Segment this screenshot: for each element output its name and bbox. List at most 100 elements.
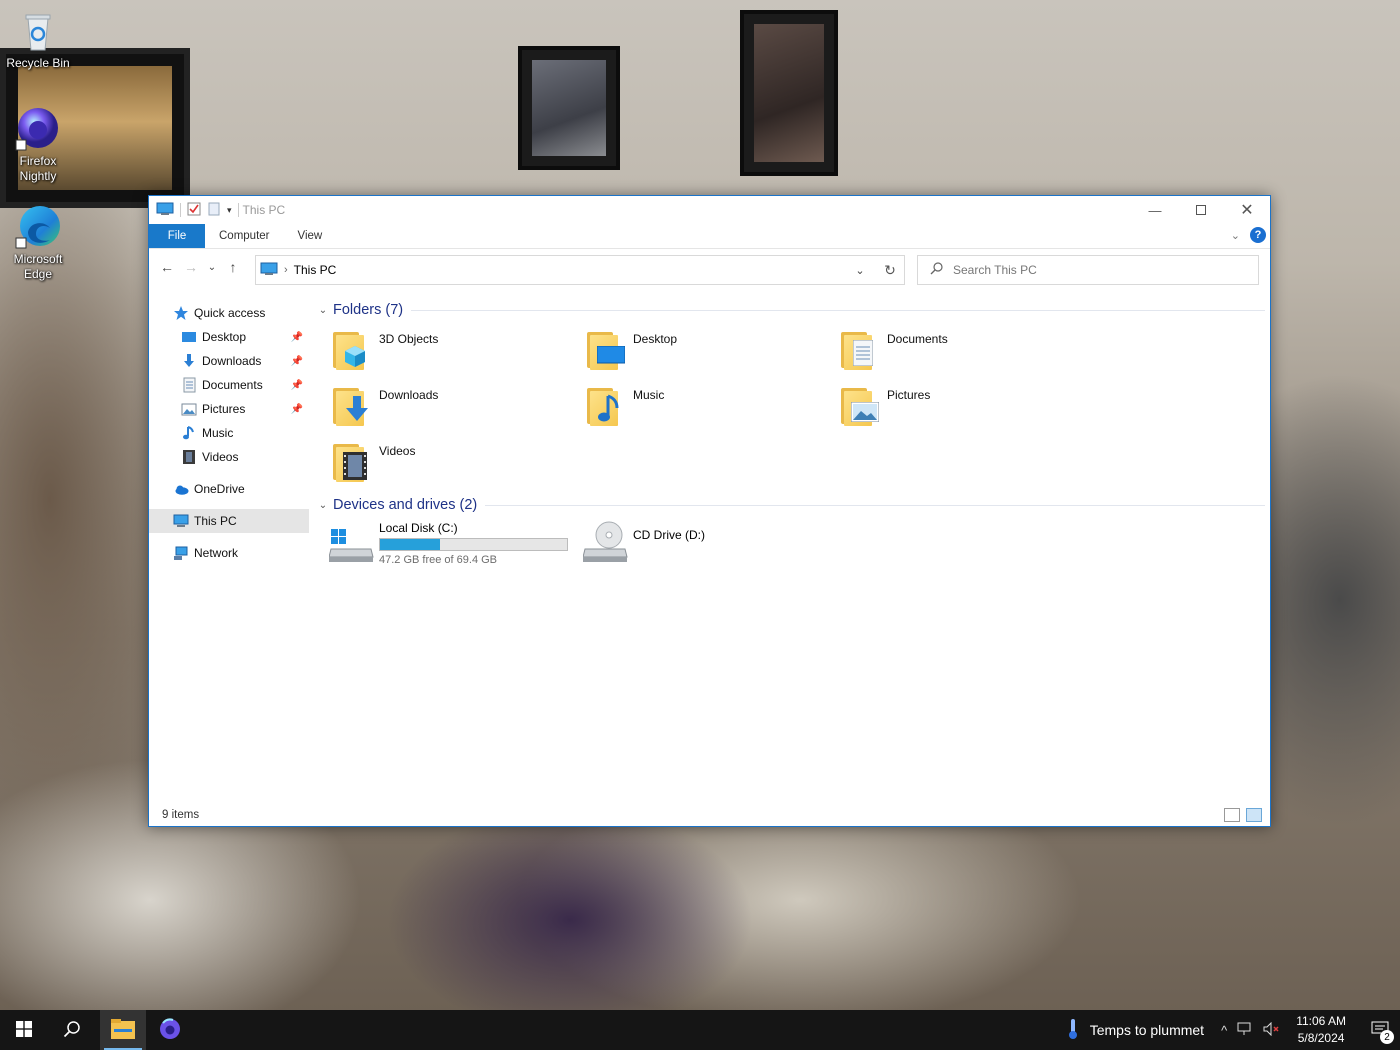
weather-widget[interactable]: Temps to plummet [1066,1018,1204,1043]
clock[interactable]: 11:06 AM 5/8/2024 [1296,1013,1346,1047]
recycle-bin-icon [14,6,62,54]
nav-music[interactable]: Music [149,421,309,445]
quick-access-toolbar: ▾ [149,202,239,219]
music-note-icon [181,425,197,441]
action-center-button[interactable]: 2 [1360,1010,1400,1050]
item-count: 9 items [162,809,200,821]
nav-label: Documents [202,378,263,392]
large-icons-view-icon[interactable] [1246,808,1262,822]
desktop-folder-icon [585,326,633,374]
search-box[interactable] [917,255,1259,285]
folder-documents[interactable]: Documents [839,326,1089,378]
search-icon [930,262,943,278]
nav-network[interactable]: Network [149,541,309,565]
folder-name: Pictures [887,388,931,402]
maximize-button[interactable] [1178,196,1224,224]
desktop-icon-label: Firefox Nightly [19,154,57,183]
nav-quick-access[interactable]: Quick access [149,301,309,325]
folder-downloads[interactable]: Downloads [331,382,581,434]
tab-file[interactable]: File [149,224,205,248]
nav-onedrive[interactable]: OneDrive [149,477,309,501]
folder-name: Desktop [633,332,678,346]
group-title: Devices and drives (2) [333,497,478,513]
desktop-folder-icon [181,329,197,345]
drive-usage-bar [379,538,568,551]
search-icon [63,1020,81,1041]
recent-locations-dropdown[interactable]: ⌄ [203,262,221,273]
minimize-icon: — [1148,202,1162,218]
nav-videos[interactable]: Videos [149,445,309,469]
computer-icon [173,513,189,529]
up-button[interactable]: ↑ [221,259,245,275]
desktop-icon-recycle-bin[interactable]: Recycle Bin [2,6,74,71]
cloud-icon [173,481,189,497]
close-button[interactable]: ✕ [1224,196,1270,224]
film-icon [181,449,197,465]
nav-pictures[interactable]: Pictures 📌 [149,397,309,421]
nav-label: Videos [202,450,239,464]
show-hidden-icons-chevron-icon[interactable]: ^ [1221,1023,1227,1038]
desktop-icon-microsoft-edge[interactable]: Microsoft Edge [2,202,74,282]
drive-local-disk-c[interactable]: Local Disk (C:) 47.2 GB free of 69.4 GB [328,519,589,569]
customize-toolbar-dropdown-icon[interactable]: ▾ [227,205,232,216]
drives-group-header[interactable]: ⌄ Devices and drives (2) [315,497,1265,513]
breadcrumb-this-pc[interactable]: This PC [294,263,337,277]
navigation-pane[interactable]: Quick access Desktop 📌 Downloads 📌 Docum… [149,289,309,804]
folders-group-header[interactable]: ⌄ Folders (7) [315,302,1265,318]
collapse-chevron-icon[interactable]: ⌄ [315,305,331,316]
cd-drive-icon [582,521,629,566]
address-bar[interactable]: › This PC ⌄ [255,255,905,285]
taskbar-firefox-nightly[interactable] [146,1010,194,1050]
start-button[interactable] [0,1010,48,1050]
forward-button[interactable]: → [179,259,203,275]
weather-text: Temps to plummet [1089,1022,1205,1038]
expand-ribbon-icon[interactable]: ⌄ [1231,229,1240,242]
nav-documents[interactable]: Documents 📌 [149,373,309,397]
folder-name: Music [633,388,665,402]
thermometer-icon [1066,1018,1080,1043]
folder-pictures[interactable]: Pictures [839,382,1089,434]
folder-desktop[interactable]: Desktop [585,326,835,378]
picture-icon [181,401,197,417]
star-icon [173,305,189,321]
nav-label: Pictures [202,402,246,416]
search-input[interactable] [953,263,1233,277]
navigation-bar: ← → ⌄ ↑ › This PC ⌄ ↻ [149,249,1270,289]
network-icon[interactable] [1237,1022,1253,1039]
tab-view[interactable]: View [284,224,337,248]
refresh-button[interactable]: ↻ [876,255,905,285]
taskbar-file-explorer[interactable] [100,1010,146,1050]
clock-time: 11:06 AM [1296,1014,1346,1028]
volume-muted-icon[interactable] [1263,1021,1281,1039]
title-bar[interactable]: ▾ This PC — ✕ [149,196,1270,224]
edge-icon [14,202,62,250]
new-folder-icon[interactable] [207,202,221,219]
search-button[interactable] [48,1010,96,1050]
folder-3d-objects[interactable]: 3D Objects [331,326,581,378]
properties-icon[interactable] [187,202,201,219]
caption-buttons: — ✕ [1132,196,1270,224]
breadcrumb-chevron-icon[interactable]: › [284,264,288,276]
nav-desktop[interactable]: Desktop 📌 [149,325,309,349]
this-pc-icon [156,202,174,219]
background-picture-frame [740,10,838,176]
back-button[interactable]: ← [155,259,179,275]
folder-name: 3D Objects [379,332,439,346]
close-icon: ✕ [1240,202,1254,219]
folder-videos[interactable]: Videos [331,438,581,490]
pin-icon: 📌 [290,355,303,367]
folder-music[interactable]: Music [585,382,835,434]
minimize-button[interactable]: — [1132,196,1178,224]
address-dropdown-button[interactable]: ⌄ [846,256,874,284]
help-icon[interactable]: ? [1250,227,1266,243]
details-view-icon[interactable] [1224,808,1240,822]
drive-cd-d[interactable]: CD Drive (D:) [582,519,843,569]
nav-downloads[interactable]: Downloads 📌 [149,349,309,373]
tab-computer[interactable]: Computer [205,224,284,248]
firefox-nightly-icon [158,1017,182,1044]
3d-objects-folder-icon [331,326,379,374]
collapse-chevron-icon[interactable]: ⌄ [315,500,331,511]
desktop-icon-firefox-nightly[interactable]: Firefox Nightly [2,104,74,184]
nav-label: Quick access [194,306,266,320]
nav-this-pc[interactable]: This PC [149,509,309,533]
